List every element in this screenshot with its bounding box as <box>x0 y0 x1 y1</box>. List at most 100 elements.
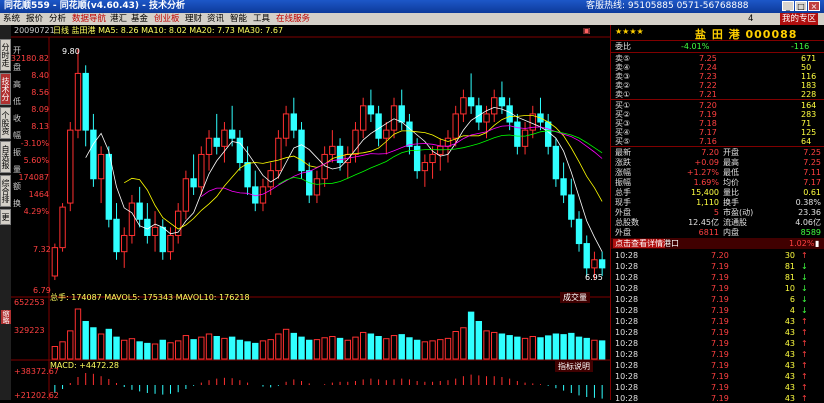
rating-stars: ★★★★ <box>615 27 644 36</box>
tab-watchlist[interactable]: 自选报价 <box>0 141 11 173</box>
sell-row[interactable]: 卖① 7.21 228 <box>611 90 824 99</box>
sell-row[interactable]: 卖② 7.22 183 <box>611 81 824 90</box>
candle <box>190 178 197 188</box>
ma20-line <box>201 125 603 197</box>
sell-row[interactable]: 卖④ 7.24 50 <box>611 63 824 72</box>
detail-button[interactable]: 点击查看详情 <box>613 239 665 248</box>
info-value: 1464 <box>28 190 49 199</box>
trade-price: 7.19 <box>711 372 729 381</box>
menu-item-smart[interactable]: 智能 <box>230 13 247 25</box>
sector-tab[interactable]: 港口 <box>663 238 679 249</box>
buy-row[interactable]: 买④ 7.17 125 <box>611 128 824 137</box>
volume-bar <box>498 333 506 360</box>
candle <box>406 121 413 147</box>
chart-close-icon[interactable]: ▣ <box>583 25 591 36</box>
tab-timeshare[interactable]: 分时走势 <box>0 39 11 71</box>
buy-label: 买① <box>615 101 631 110</box>
up-arrow-icon: ↑ <box>801 372 808 381</box>
trade-price: 7.19 <box>711 328 729 337</box>
menu-item-hk[interactable]: 港汇 <box>110 13 127 25</box>
tab-technical[interactable]: 技术分析 <box>0 73 11 105</box>
buy-label: 买⑤ <box>615 137 631 146</box>
buy-row[interactable]: 买② 7.19 283 <box>611 110 824 119</box>
candle <box>90 129 97 180</box>
volume-button[interactable]: 成交量 <box>560 292 590 303</box>
sell-volume: 50 <box>801 63 812 72</box>
weibi-label: 委比 <box>615 42 631 51</box>
trade-price: 7.19 <box>711 295 729 304</box>
stat-value: 15,400 <box>691 188 719 197</box>
menu-item-tools[interactable]: 工具 <box>253 13 270 25</box>
stat-key: 市盈(动) <box>723 208 754 217</box>
trade-volume: 43 <box>784 339 795 348</box>
menu-item-data-nav[interactable]: 数据导航 <box>72 13 106 25</box>
volume-bar <box>383 338 390 360</box>
chart-header: 20090721 日线 盐田港 MA5: 8.26 MA10: 8.02 MA2… <box>11 25 610 36</box>
candle <box>113 218 120 253</box>
candle <box>329 145 336 155</box>
info-value: 8.56 <box>31 88 49 97</box>
quote-title: ★★★★ 盐 田 港 000088 <box>611 25 824 41</box>
menu-item-quote[interactable]: 报价 <box>26 13 43 25</box>
volume-bar <box>51 346 59 360</box>
volume-bar <box>213 336 220 360</box>
info-key: 收 <box>13 114 21 123</box>
menu-item-gem[interactable]: 创业板 <box>154 13 180 25</box>
menu-item-online[interactable]: 在线服务 <box>276 13 310 25</box>
down-arrow-icon: ↓ <box>801 273 808 282</box>
candle <box>221 129 228 147</box>
sell-label: 卖① <box>615 90 631 99</box>
trade-time: 10:28 <box>615 339 639 348</box>
minimize-button[interactable]: _ <box>782 1 794 11</box>
close-button[interactable]: × <box>808 1 820 11</box>
trade-time: 10:28 <box>615 306 639 315</box>
trade-price: 7.19 <box>711 262 729 271</box>
buy-row[interactable]: 买① 7.20 164 <box>611 101 824 110</box>
my-zone-button[interactable]: 我的专区 <box>780 13 819 25</box>
volume-bar <box>236 339 244 360</box>
stat-key: 振幅 <box>615 178 631 187</box>
trade-row: 10:28 7.19 43 ↑ <box>611 350 824 359</box>
trade-volume: 43 <box>784 394 795 403</box>
tab-more[interactable]: 更多 <box>0 209 11 225</box>
info-row: 幅 -3.10% <box>11 132 49 149</box>
trade-row: 10:28 7.19 81 ↓ <box>611 273 824 282</box>
candle <box>483 113 490 123</box>
title-bar: 同花顺559 - 同花顺(v4.60.43) - 技术分析 客服热线: 9510… <box>0 0 824 13</box>
menu-item-news[interactable]: 资讯 <box>207 13 224 25</box>
tab-shrink-vol[interactable]: 缩略 <box>1 310 11 324</box>
tab-profile[interactable]: 个股资料 <box>0 107 11 139</box>
candle <box>583 243 590 269</box>
maximize-button[interactable]: □ <box>795 1 807 11</box>
volume-bar <box>352 336 359 360</box>
menu-item-finance[interactable]: 理财 <box>185 13 202 25</box>
candle <box>205 137 213 155</box>
info-row: 盘 8.40 <box>11 64 49 81</box>
trade-time: 10:28 <box>615 328 639 337</box>
buy-volume: 64 <box>801 137 812 146</box>
buy-row[interactable]: 买③ 7.18 71 <box>611 119 824 128</box>
trade-volume: 4 <box>789 306 795 315</box>
sell-volume: 671 <box>801 54 817 63</box>
menu-item-analysis[interactable]: 分析 <box>49 13 66 25</box>
sector-pct: 1.02% <box>789 239 815 248</box>
menu-item-system[interactable]: 系统 <box>3 13 20 25</box>
candle <box>97 153 105 180</box>
down-arrow-icon: ↓ <box>801 262 808 271</box>
indicator-help-button[interactable]: 指标说明 <box>555 361 593 372</box>
menu-item-fund[interactable]: 基金 <box>131 13 148 25</box>
candle <box>59 206 66 249</box>
sell-row[interactable]: 卖⑤ 7.25 671 <box>611 54 824 63</box>
volume-bar <box>221 337 228 360</box>
buy-row[interactable]: 买⑤ 7.16 64 <box>611 137 824 146</box>
sell-row[interactable]: 卖③ 7.23 116 <box>611 72 824 81</box>
volume-bar <box>259 340 267 360</box>
volume-bar <box>282 328 290 360</box>
volume-bar <box>375 336 382 360</box>
trade-row: 10:28 7.19 43 ↑ <box>611 328 824 337</box>
kline-chart[interactable] <box>11 25 610 400</box>
stat-value: 1,110 <box>696 198 719 207</box>
scroll-icon[interactable]: ▮ <box>815 238 819 249</box>
tab-ranking[interactable]: 综合排名 <box>0 175 11 207</box>
trade-volume: 81 <box>784 262 795 271</box>
